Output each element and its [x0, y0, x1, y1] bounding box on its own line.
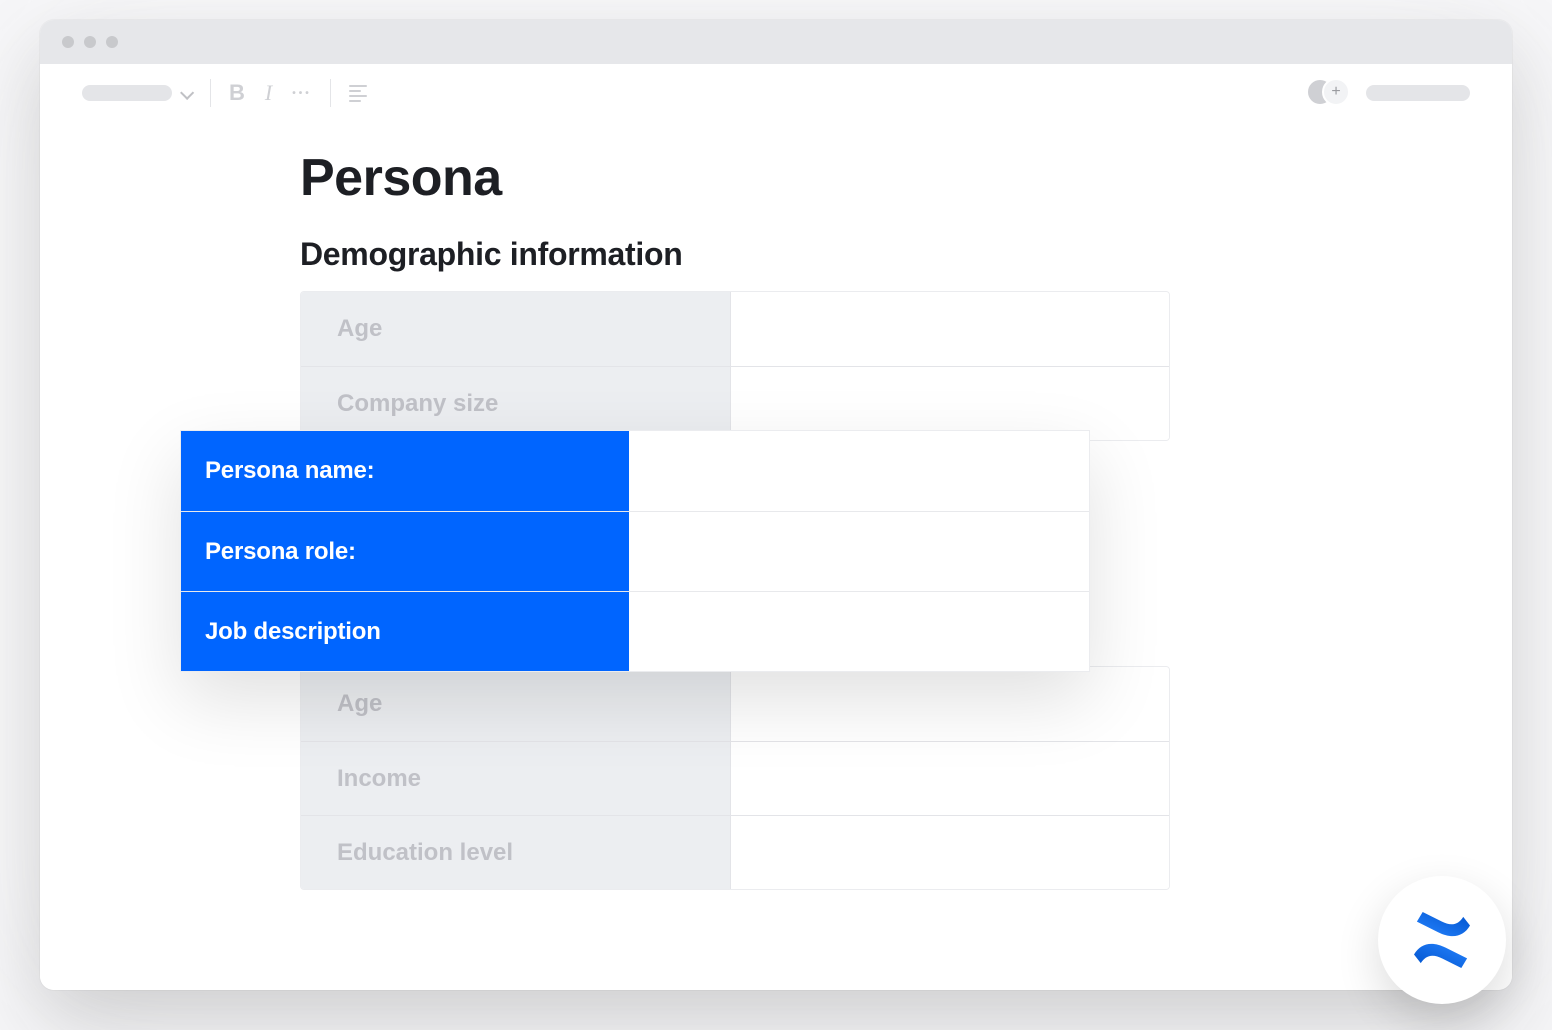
bold-button[interactable]: B: [229, 80, 245, 106]
info-table[interactable]: Age Company size: [300, 291, 1170, 441]
scroll-fade: [40, 900, 1512, 990]
table-value-cell[interactable]: [731, 667, 1169, 741]
table-value-cell[interactable]: [731, 366, 1169, 440]
window-title-bar: [40, 20, 1512, 64]
overlay-row[interactable]: Persona role:: [181, 511, 1089, 591]
add-collaborator-button[interactable]: +: [1322, 78, 1350, 106]
window-controls: [62, 36, 118, 48]
table-row[interactable]: Age: [301, 667, 1169, 741]
table-label-cell[interactable]: Age: [301, 667, 731, 741]
window-maximize-icon[interactable]: [106, 36, 118, 48]
window-close-icon[interactable]: [62, 36, 74, 48]
toolbar-right-group: +: [1306, 78, 1470, 108]
overlay-value-cell[interactable]: [629, 512, 1089, 591]
window-minimize-icon[interactable]: [84, 36, 96, 48]
editor-toolbar: B I ••• +: [40, 64, 1512, 122]
page-type-placeholder: [82, 85, 172, 101]
overlay-label-cell[interactable]: Persona name:: [181, 431, 629, 511]
persona-overlay-card[interactable]: Persona name: Persona role: Job descript…: [180, 430, 1090, 672]
table-label-cell[interactable]: Income: [301, 741, 731, 815]
confluence-logo-badge: [1378, 876, 1506, 1004]
section-demographic-1: Demographic information Age Company size: [300, 236, 1462, 441]
align-button[interactable]: [349, 85, 367, 102]
toolbar-divider: [210, 79, 211, 107]
publish-button[interactable]: [1366, 85, 1470, 101]
text-format-group: B I •••: [229, 80, 312, 106]
table-label-cell[interactable]: Company size: [301, 366, 731, 440]
table-value-cell[interactable]: [731, 292, 1169, 366]
collaborator-avatars: +: [1306, 78, 1352, 108]
table-row[interactable]: Company size: [301, 366, 1169, 440]
overlay-row[interactable]: Job description: [181, 591, 1089, 671]
table-row[interactable]: Education level: [301, 815, 1169, 889]
more-formatting-button[interactable]: •••: [292, 88, 312, 99]
italic-button[interactable]: I: [265, 80, 272, 106]
table-row[interactable]: Age: [301, 292, 1169, 366]
page-type-select[interactable]: [82, 85, 192, 101]
overlay-row[interactable]: Persona name:: [181, 431, 1089, 511]
table-value-cell[interactable]: [731, 815, 1169, 889]
overlay-label-cell[interactable]: Job description: [181, 592, 629, 671]
overlay-value-cell[interactable]: [629, 431, 1089, 511]
toolbar-left-group: B I •••: [82, 79, 367, 107]
table-label-cell[interactable]: Education level: [301, 815, 731, 889]
table-row[interactable]: Income: [301, 741, 1169, 815]
toolbar-divider: [330, 79, 331, 107]
info-table[interactable]: Age Income Education level: [300, 666, 1170, 890]
overlay-value-cell[interactable]: [629, 592, 1089, 671]
table-label-cell[interactable]: Age: [301, 292, 731, 366]
table-value-cell[interactable]: [731, 741, 1169, 815]
chevron-down-icon: [180, 87, 192, 99]
confluence-icon: [1411, 912, 1473, 968]
overlay-label-cell[interactable]: Persona role:: [181, 512, 629, 591]
page-title[interactable]: Persona: [300, 148, 1462, 208]
section-heading[interactable]: Demographic information: [300, 236, 1462, 273]
